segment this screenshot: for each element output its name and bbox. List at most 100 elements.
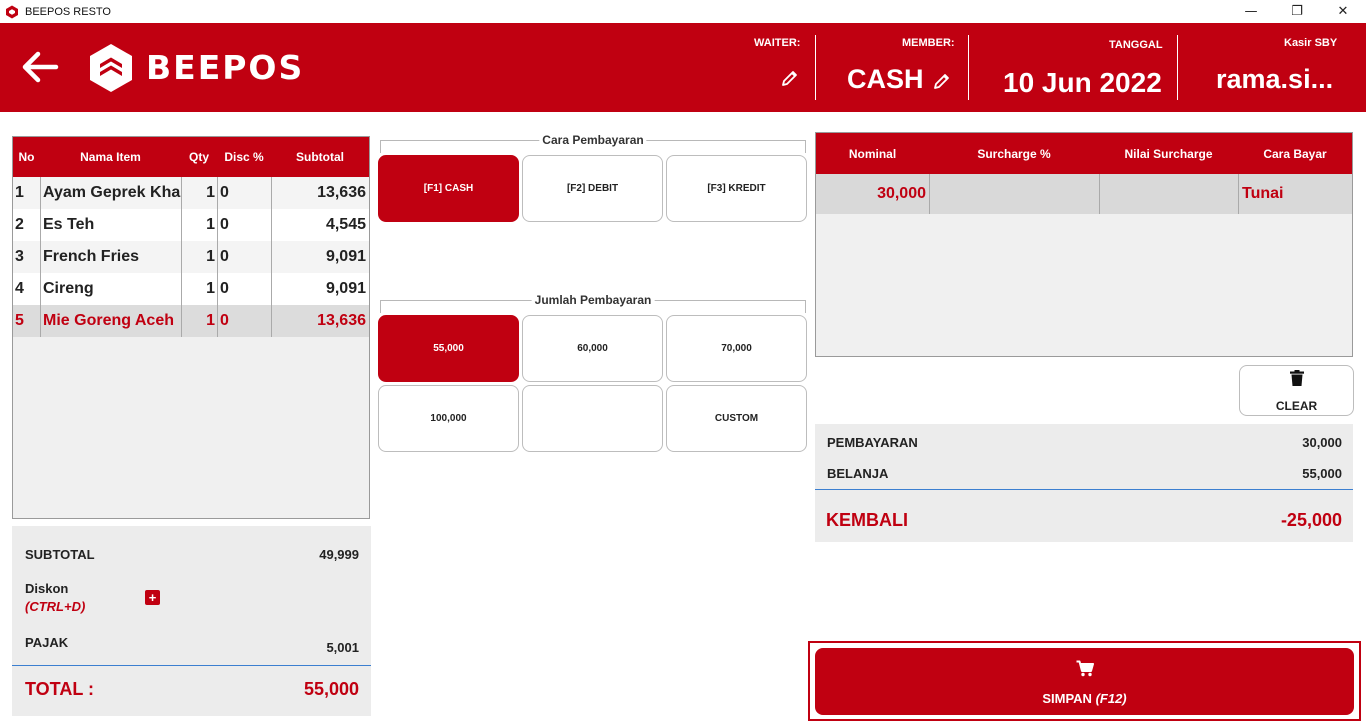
column-header: Cara Bayar (1263, 146, 1327, 161)
item-subtotal: 9,091 (271, 241, 369, 273)
item-subtotal: 13,636 (271, 305, 369, 337)
item-disc: 0 (217, 241, 271, 273)
payments-table-header: Nominal Surcharge % Nilai Surcharge Cara… (816, 133, 1352, 174)
change-value: -25,000 (1280, 510, 1342, 530)
row-number: 5 (15, 312, 24, 329)
header-divider (815, 35, 816, 100)
clear-button[interactable]: CLEAR (1239, 365, 1354, 416)
paid-label: PEMBAYARAN (827, 435, 918, 450)
table-row[interactable]: 30,000 Tunai (816, 174, 1352, 214)
row-number: 4 (15, 280, 24, 297)
cashier-value: rama.si... (1216, 64, 1334, 94)
column-header: Nama Item (80, 150, 141, 164)
discount-label: Diskon (25, 581, 69, 596)
item-qty: 1 (181, 177, 217, 209)
payment-method-title: Cara Pembayaran (539, 133, 647, 147)
back-arrow-icon[interactable] (20, 50, 60, 84)
member-label: MEMBER: (902, 37, 955, 49)
item-disc: 0 (217, 305, 271, 337)
divider (12, 665, 371, 666)
save-shortcut: (F12) (1095, 691, 1127, 706)
table-row[interactable]: 1 Ayam Geprek Kha 1 0 13,636 (13, 177, 369, 209)
payment-amount-title: Jumlah Pembayaran (531, 293, 655, 307)
custom-amount-button[interactable]: CUSTOM (666, 385, 807, 452)
total-label: TOTAL : (25, 679, 94, 699)
close-button[interactable]: ✕ (1320, 0, 1366, 23)
item-name: Ayam Geprek Kha (40, 177, 181, 209)
column-header: Disc % (224, 150, 264, 164)
payments-table: Nominal Surcharge % Nilai Surcharge Cara… (815, 132, 1353, 357)
order-table-header: No Nama Item Qty Disc % Subtotal (13, 137, 369, 177)
table-row[interactable]: 2 Es Teh 1 0 4,545 (13, 209, 369, 241)
window-title: BEEPOS RESTO (25, 5, 111, 18)
app-logo-icon (6, 5, 18, 18)
cashier-label: Kasir SBY (1284, 37, 1338, 49)
row-number: 1 (15, 184, 24, 201)
item-qty: 1 (181, 241, 217, 273)
discount-shortcut: (CTRL+D) (25, 599, 86, 614)
item-subtotal: 9,091 (271, 273, 369, 305)
column-header: Subtotal (296, 150, 344, 164)
row-number: 3 (15, 248, 24, 265)
order-summary-panel: SUBTOTAL 49,999 Diskon (CTRL+D) + PAJAK … (12, 526, 371, 716)
save-button[interactable]: SIMPAN (F12) (815, 648, 1354, 715)
brand-logo-text: BEEPOS (146, 48, 305, 87)
member-value: CASH (847, 64, 924, 94)
minimize-button[interactable]: — (1228, 0, 1274, 23)
app-header: BEEPOS WAITER: MEMBER: CASH TANGGAL 10 J… (0, 23, 1366, 112)
payment-method: Tunai (1238, 174, 1352, 214)
window-titlebar: BEEPOS RESTO — ❐ ✕ (0, 0, 1366, 23)
item-subtotal: 4,545 (271, 209, 369, 241)
header-divider (1177, 35, 1178, 100)
save-label: SIMPAN (F12) (815, 691, 1354, 706)
payment-method-group: Cara Pembayaran (380, 133, 806, 153)
trash-icon (1290, 370, 1304, 386)
column-header: No (18, 150, 35, 164)
pencil-icon[interactable] (780, 68, 800, 88)
change-summary-panel: PEMBAYARAN 30,000 BELANJA 55,000 KEMBALI… (815, 424, 1353, 542)
payment-nominal: 30,000 (877, 185, 926, 202)
pencil-icon[interactable] (932, 71, 952, 91)
table-row[interactable]: 4 Cireng 1 0 9,091 (13, 273, 369, 305)
item-name: Es Teh (40, 209, 181, 241)
item-disc: 0 (217, 209, 271, 241)
spend-value: 55,000 (1302, 466, 1342, 481)
clear-label: CLEAR (1275, 399, 1318, 413)
table-row-selected[interactable]: 5 Mie Goreng Aceh 1 0 13,636 (13, 305, 369, 337)
date-label: TANGGAL (1109, 39, 1163, 51)
table-row[interactable]: 3 French Fries 1 0 9,091 (13, 241, 369, 273)
pay-method-debit-button[interactable]: [F2] DEBIT (522, 155, 663, 222)
amount-button[interactable]: 100,000 (378, 385, 519, 452)
payment-amount-group: Jumlah Pembayaran (380, 293, 806, 313)
amount-button[interactable]: 70,000 (666, 315, 807, 382)
column-header: Nominal (848, 146, 897, 161)
item-name: French Fries (40, 241, 181, 273)
payment-surcharge-pct (929, 174, 1099, 214)
column-header: Qty (188, 150, 209, 164)
item-disc: 0 (217, 273, 271, 305)
waiter-label: WAITER: (754, 37, 801, 49)
column-header: Nilai Surcharge (1124, 146, 1213, 161)
item-qty: 1 (181, 209, 217, 241)
amount-button[interactable]: 55,000 (378, 315, 519, 382)
spend-label: BELANJA (827, 466, 889, 481)
subtotal-value: 49,999 (319, 547, 359, 562)
header-divider (968, 35, 969, 100)
maximize-button[interactable]: ❐ (1274, 0, 1320, 23)
pay-method-credit-button[interactable]: [F3] KREDIT (666, 155, 807, 222)
tax-value: 5,001 (326, 640, 359, 655)
tax-label: PAJAK (25, 635, 69, 650)
pay-method-cash-button[interactable]: [F1] CASH (378, 155, 519, 222)
add-discount-button[interactable]: + (145, 590, 160, 605)
order-items-table: No Nama Item Qty Disc % Subtotal 1 Ayam … (12, 136, 370, 519)
save-text: SIMPAN (1042, 691, 1092, 706)
total-value: 55,000 (303, 679, 359, 699)
amount-button-empty[interactable] (522, 385, 663, 452)
column-header: Surcharge % (977, 146, 1051, 161)
item-qty: 1 (181, 305, 217, 337)
paid-value: 30,000 (1302, 435, 1342, 450)
item-disc: 0 (217, 177, 271, 209)
payment-surcharge-value (1099, 174, 1238, 214)
amount-button[interactable]: 60,000 (522, 315, 663, 382)
cart-icon (1076, 660, 1094, 677)
